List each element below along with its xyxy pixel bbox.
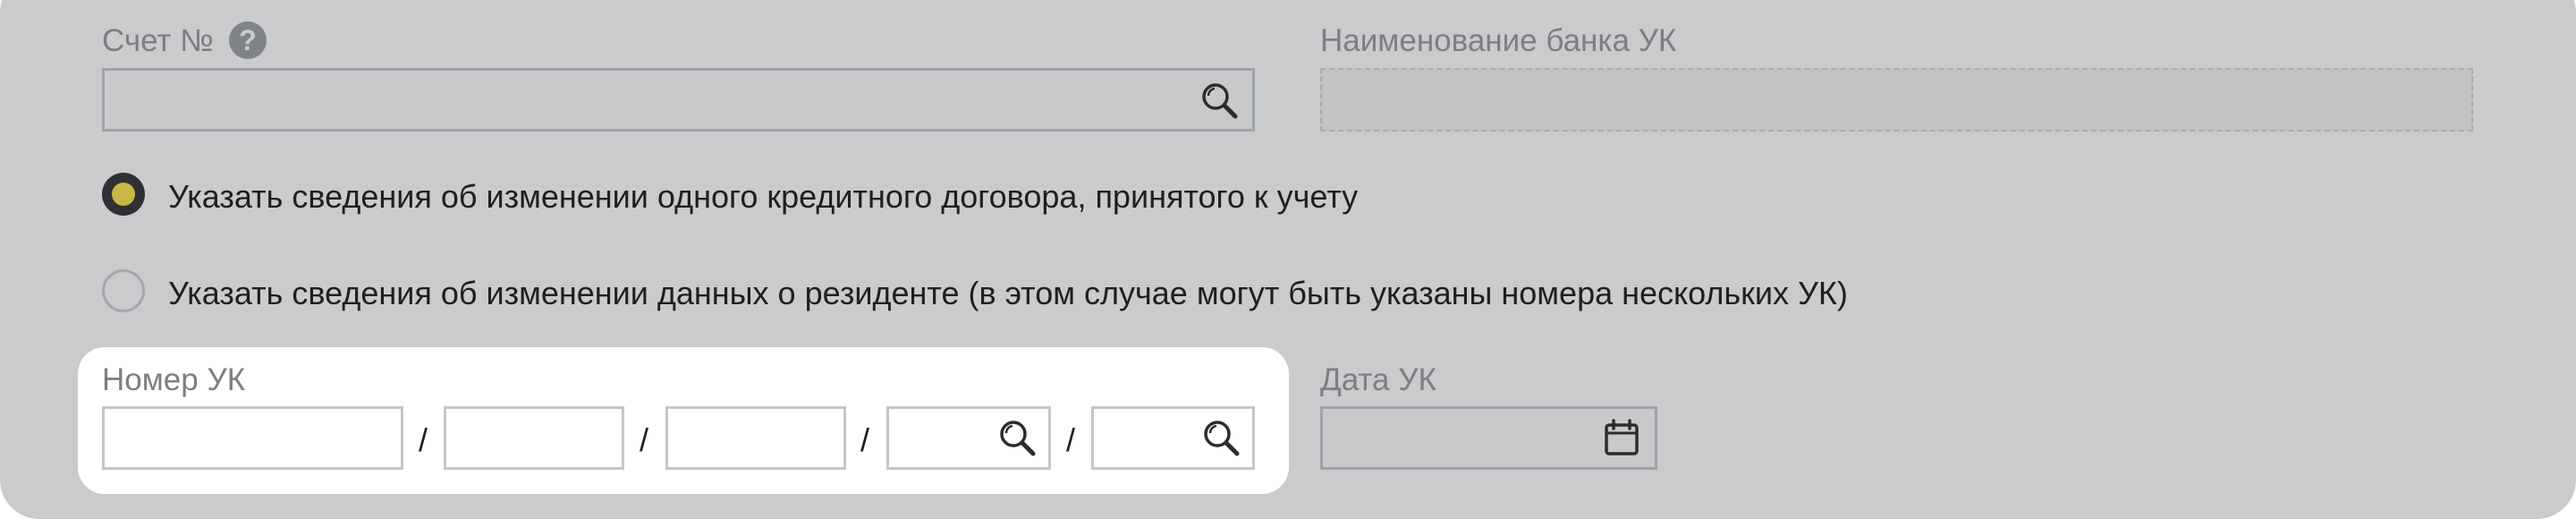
uk-number-part-2[interactable] <box>444 406 624 470</box>
search-icon[interactable] <box>1200 417 1241 458</box>
uk-number-part-3[interactable] <box>665 406 846 470</box>
account-field[interactable] <box>102 68 1255 132</box>
uk-number-label: Номер УК <box>102 362 246 397</box>
uk-number-separator: / <box>860 421 870 458</box>
radio-single-contract[interactable] <box>102 173 145 216</box>
radio-resident-data[interactable] <box>102 269 145 312</box>
uk-date-field[interactable] <box>1320 406 1657 470</box>
radio-single-contract-label[interactable]: Указать сведения об изменении одного кре… <box>168 181 1358 213</box>
search-icon[interactable] <box>996 417 1038 458</box>
uk-number-separator: / <box>640 421 649 458</box>
calendar-icon[interactable] <box>1601 417 1642 458</box>
uk-number-part-4[interactable] <box>886 406 1051 470</box>
radio-resident-data-label[interactable]: Указать сведения об изменении данных о р… <box>168 277 1848 310</box>
bank-name-field <box>1320 68 2473 132</box>
uk-number-separator: / <box>1066 421 1076 458</box>
search-icon[interactable] <box>1199 80 1240 121</box>
account-label: Счет № <box>102 23 214 58</box>
help-icon[interactable]: ? <box>229 21 267 59</box>
uk-number-part-5[interactable] <box>1091 406 1255 470</box>
uk-date-label: Дата УК <box>1320 362 1436 397</box>
bank-name-label: Наименование банка УК <box>1320 23 1677 58</box>
radio-selected-dot <box>112 183 135 206</box>
uk-number-separator: / <box>419 421 428 458</box>
uk-number-part-1[interactable] <box>102 406 403 470</box>
